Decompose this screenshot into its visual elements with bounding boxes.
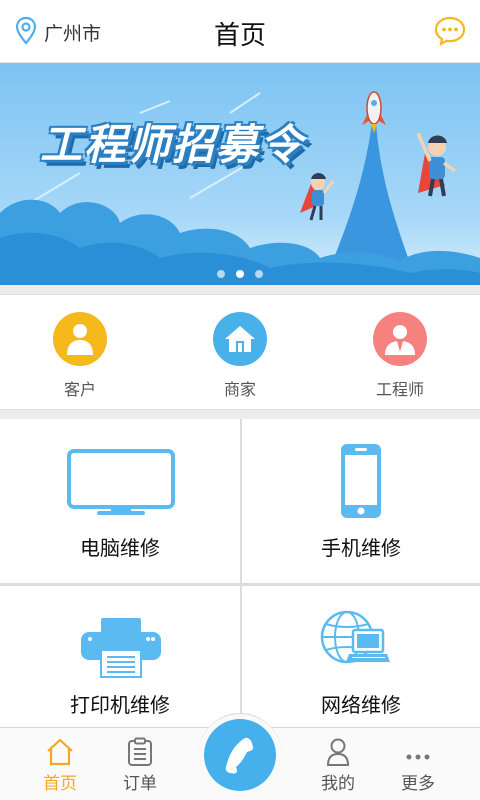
role-engineer[interactable]: 工程师 [320, 295, 480, 409]
printer-icon [81, 618, 161, 678]
call-button[interactable] [204, 719, 276, 791]
role-label: 客户 [63, 380, 96, 399]
top-header: 广州市 首页 [0, 0, 480, 63]
service-label: 电脑维修 [80, 536, 160, 560]
tab-label: 订单 [123, 774, 157, 794]
tab-label: 我的 [321, 774, 355, 794]
role-selector: 客户 商家 工程师 [0, 294, 480, 410]
carousel-dot[interactable] [217, 270, 225, 278]
customer-icon [53, 312, 107, 366]
service-printer-repair[interactable]: 打印机维修 [0, 586, 240, 727]
page-title: 首页 [213, 21, 266, 51]
service-grid: 电脑维修 手机维修 打印机维修 网络维修 [0, 419, 480, 727]
tab-more[interactable]: 更多 [378, 728, 458, 800]
home-icon [47, 738, 73, 766]
tab-label: 更多 [401, 774, 435, 794]
promo-banner[interactable]: 工程师招募令 [0, 63, 480, 285]
service-label: 网络维修 [321, 693, 401, 717]
role-label: 商家 [223, 380, 256, 399]
tab-orders[interactable]: 订单 [100, 728, 180, 800]
chat-bubble-icon[interactable] [434, 16, 466, 46]
user-icon [326, 738, 350, 766]
service-phone-repair[interactable]: 手机维修 [242, 419, 480, 583]
banner-illustration [0, 91, 480, 285]
role-customer[interactable]: 客户 [0, 295, 160, 409]
tab-home[interactable]: 首页 [20, 728, 100, 800]
shop-icon [213, 312, 267, 366]
carousel-indicator[interactable] [0, 270, 480, 278]
role-shop[interactable]: 商家 [160, 295, 320, 409]
telephone-icon [225, 737, 254, 774]
service-computer-repair[interactable]: 电脑维修 [0, 419, 240, 583]
service-label: 打印机维修 [70, 693, 170, 717]
more-icon [406, 754, 430, 760]
monitor-icon [67, 449, 175, 515]
clipboard-icon [128, 737, 152, 766]
carousel-dot[interactable] [255, 270, 263, 278]
network-icon [320, 610, 390, 664]
service-network-repair[interactable]: 网络维修 [242, 586, 480, 727]
banner-title: 工程师招募令 [40, 120, 305, 169]
carousel-dot-active[interactable] [236, 270, 244, 278]
tab-mine[interactable]: 我的 [298, 728, 378, 800]
tab-label: 首页 [43, 774, 77, 794]
service-label: 手机维修 [321, 536, 401, 560]
phone-icon [341, 444, 381, 518]
role-label: 工程师 [375, 380, 424, 399]
engineer-icon [373, 312, 427, 366]
